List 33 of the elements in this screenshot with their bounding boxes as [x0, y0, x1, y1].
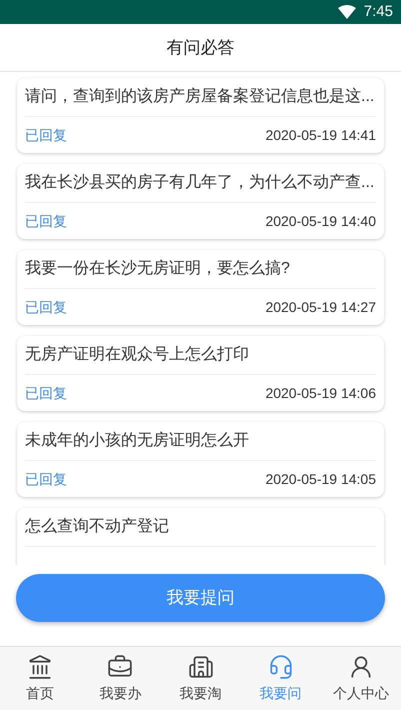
question-card[interactable]: 我要一份在长沙无房证明，要怎么搞? 已回复 2020-05-19 14:27 — [17, 250, 384, 325]
headset-icon — [268, 654, 294, 680]
question-card[interactable]: 怎么查询不动产登记 — [17, 508, 384, 565]
question-title: 怎么查询不动产登记 — [25, 516, 169, 537]
tab[interactable]: 我要办 — [80, 647, 160, 710]
reply-status: 已回复 — [25, 470, 67, 488]
question-time: 2020-05-19 14:27 — [265, 298, 376, 316]
reply-status: 已回复 — [25, 212, 67, 230]
question-time: 2020-05-19 14:40 — [265, 212, 376, 230]
question-title: 无房产证明在观众号上怎么打印 — [25, 344, 249, 365]
question-title: 我在长沙县买的房子有几年了，为什么不动产查... — [25, 172, 374, 193]
question-card[interactable]: 请问，查询到的该房产房屋备案登记信息也是这... 已回复 2020-05-19 14:41 — [17, 78, 384, 153]
question-time: 2020-05-19 14:41 — [265, 126, 376, 144]
reply-status: 已回复 — [25, 126, 67, 144]
clock: 7:45 — [364, 2, 393, 22]
question-title: 请问，查询到的该房产房屋备案登记信息也是这... — [25, 86, 374, 107]
page-title: 有问必答 — [166, 36, 234, 59]
reply-status: 已回复 — [25, 298, 67, 316]
bank-icon — [27, 654, 54, 680]
reply-status: 已回复 — [25, 384, 67, 402]
tab[interactable]: 个人中心 — [320, 647, 401, 710]
question-card[interactable]: 无房产证明在观众号上怎么打印 已回复 2020-05-19 14:06 — [17, 336, 384, 411]
question-time: 2020-05-19 14:06 — [265, 384, 376, 402]
question-card[interactable]: 我在长沙县买的房子有几年了，为什么不动产查... 已回复 2020-05-19 14:40 — [17, 164, 384, 239]
building-icon — [188, 654, 214, 680]
question-title: 我要一份在长沙无房证明，要怎么搞? — [25, 258, 290, 279]
tab[interactable]: 我要淘 — [160, 647, 241, 710]
tab[interactable]: 首页 — [0, 647, 80, 710]
briefcase-icon — [107, 654, 134, 680]
question-time: 2020-05-19 14:05 — [265, 470, 376, 488]
wifi-icon — [338, 5, 356, 19]
question-card[interactable]: 未成年的小孩的无房证明怎么开 已回复 2020-05-19 14:05 — [17, 422, 384, 497]
question-title: 未成年的小孩的无房证明怎么开 — [25, 430, 249, 451]
